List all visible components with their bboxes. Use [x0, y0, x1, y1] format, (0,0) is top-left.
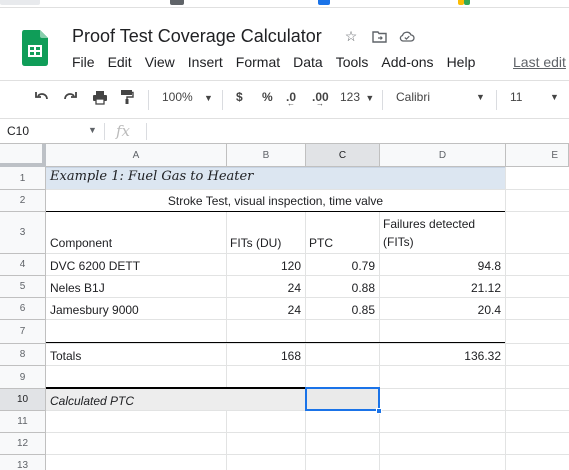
column-header-a[interactable]: A: [46, 144, 227, 167]
row-header-4[interactable]: 4: [0, 254, 46, 276]
number-format-label: 123: [340, 90, 361, 104]
spreadsheet-grid[interactable]: A B C D E 1 2 3 4 5 6 7 8 9 10 11 12 13 …: [0, 144, 569, 470]
table-row-1-failures[interactable]: 94.8: [379, 254, 505, 276]
row-header-13[interactable]: 13: [0, 455, 46, 470]
star-icon[interactable]: ☆: [343, 28, 359, 44]
increase-decimal-button[interactable]: .00 →: [312, 90, 329, 108]
redo-icon[interactable]: [62, 89, 78, 108]
row-header-9[interactable]: 9: [0, 366, 46, 389]
row-header-7[interactable]: 7: [0, 320, 46, 344]
sheet-subtitle-cell[interactable]: Stroke Test, visual inspection, time val…: [46, 190, 505, 211]
menu-view[interactable]: View: [145, 54, 175, 70]
header-failures-line2: (FITs): [383, 235, 414, 249]
totals-failures[interactable]: 136.32: [379, 344, 505, 366]
undo-icon[interactable]: [34, 89, 50, 108]
select-all-corner[interactable]: [0, 144, 46, 167]
sheets-logo-icon[interactable]: [22, 30, 48, 66]
cloud-status-icon[interactable]: [399, 28, 415, 44]
row-header-1[interactable]: 1: [0, 167, 46, 190]
table-row-1-component[interactable]: DVC 6200 DETT: [46, 254, 226, 276]
table-row-2-ptc[interactable]: 0.88: [305, 276, 379, 298]
font-family-select[interactable]: Calibri: [396, 90, 430, 104]
sheet-title-cell[interactable]: Example 1: Fuel Gas to Heater: [46, 167, 505, 189]
row-header-10[interactable]: 10: [0, 389, 46, 411]
chevron-down-icon[interactable]: ▼: [476, 92, 485, 102]
zoom-value: 100%: [162, 90, 193, 104]
arrow-right-icon: →: [316, 99, 324, 108]
font-size-select[interactable]: 11: [510, 90, 522, 104]
menu-bar: File Edit View Insert Format Data Tools …: [72, 54, 488, 70]
table-row-2-component[interactable]: Neles B1J: [46, 276, 226, 298]
font-size-value: 11: [510, 90, 523, 104]
last-edit-link[interactable]: Last edit: [513, 54, 566, 70]
fill-handle[interactable]: [376, 408, 382, 414]
row-header-6[interactable]: 6: [0, 298, 46, 320]
table-row-2-fits[interactable]: 24: [226, 276, 305, 298]
chevron-down-icon[interactable]: ▼: [550, 92, 559, 102]
table-row-1-ptc[interactable]: 0.79: [305, 254, 379, 276]
menu-insert[interactable]: Insert: [188, 54, 223, 70]
name-box[interactable]: C10: [7, 124, 29, 138]
move-to-folder-icon[interactable]: [371, 28, 387, 44]
zoom-select[interactable]: 100% ▼: [162, 90, 213, 104]
column-header-e[interactable]: E: [506, 144, 569, 167]
table-row-3-failures[interactable]: 20.4: [379, 298, 505, 320]
row-header-2[interactable]: 2: [0, 190, 46, 212]
header-failures[interactable]: Failures detected (FITs): [379, 212, 505, 253]
header-failures-line1: Failures detected: [383, 217, 476, 231]
menu-file[interactable]: File: [72, 54, 95, 70]
menu-data[interactable]: Data: [293, 54, 323, 70]
menu-edit[interactable]: Edit: [108, 54, 132, 70]
browser-tab-strip: [0, 0, 569, 8]
calculated-ptc-label[interactable]: Calculated PTC: [46, 389, 226, 411]
header-component[interactable]: Component: [46, 212, 226, 253]
row-header-8[interactable]: 8: [0, 344, 46, 366]
table-row-2-failures[interactable]: 21.12: [379, 276, 505, 298]
currency-format-button[interactable]: $: [236, 90, 243, 104]
fx-icon: fx: [116, 122, 131, 140]
header-fits[interactable]: FITs (DU): [226, 212, 305, 253]
header-ptc[interactable]: PTC: [305, 212, 379, 253]
document-title[interactable]: Proof Test Coverage Calculator: [72, 26, 322, 47]
decrease-decimal-button[interactable]: .0 ←: [286, 90, 296, 108]
formula-bar: C10 ▼ fx: [0, 118, 569, 144]
row-header-5[interactable]: 5: [0, 276, 46, 298]
column-header-b[interactable]: B: [227, 144, 306, 167]
menu-format[interactable]: Format: [236, 54, 280, 70]
table-row-3-ptc[interactable]: 0.85: [305, 298, 379, 320]
arrow-left-icon: ←: [287, 99, 295, 108]
menu-add-ons[interactable]: Add-ons: [381, 54, 433, 70]
print-icon[interactable]: [92, 89, 108, 108]
table-row-3-component[interactable]: Jamesbury 9000: [46, 298, 226, 320]
chevron-down-icon: ▼: [204, 93, 213, 103]
menu-tools[interactable]: Tools: [336, 54, 369, 70]
row-header-3[interactable]: 3: [0, 212, 46, 254]
totals-fits[interactable]: 168: [226, 344, 305, 366]
paint-format-icon[interactable]: [120, 89, 134, 108]
more-formats-select[interactable]: 123 ▼: [340, 90, 374, 104]
row-header-12[interactable]: 12: [0, 433, 46, 455]
totals-label[interactable]: Totals: [46, 344, 226, 366]
table-row-3-fits[interactable]: 24: [226, 298, 305, 320]
percent-format-button[interactable]: %: [262, 90, 273, 104]
column-header-c[interactable]: C: [306, 144, 380, 167]
font-family-value: Calibri: [396, 90, 431, 104]
chevron-down-icon[interactable]: ▼: [88, 125, 97, 135]
row-header-11[interactable]: 11: [0, 411, 46, 433]
app-header: Proof Test Coverage Calculator ☆ File Ed…: [0, 8, 569, 80]
toolbar: 100% ▼ $ % .0 ← .00 → 123 ▼ Calibri ▼ 11…: [0, 80, 569, 118]
table-row-1-fits[interactable]: 120: [226, 254, 305, 276]
menu-help[interactable]: Help: [447, 54, 476, 70]
selected-cell-c10[interactable]: [305, 387, 380, 411]
column-header-d[interactable]: D: [380, 144, 506, 167]
chevron-down-icon: ▼: [365, 93, 375, 103]
